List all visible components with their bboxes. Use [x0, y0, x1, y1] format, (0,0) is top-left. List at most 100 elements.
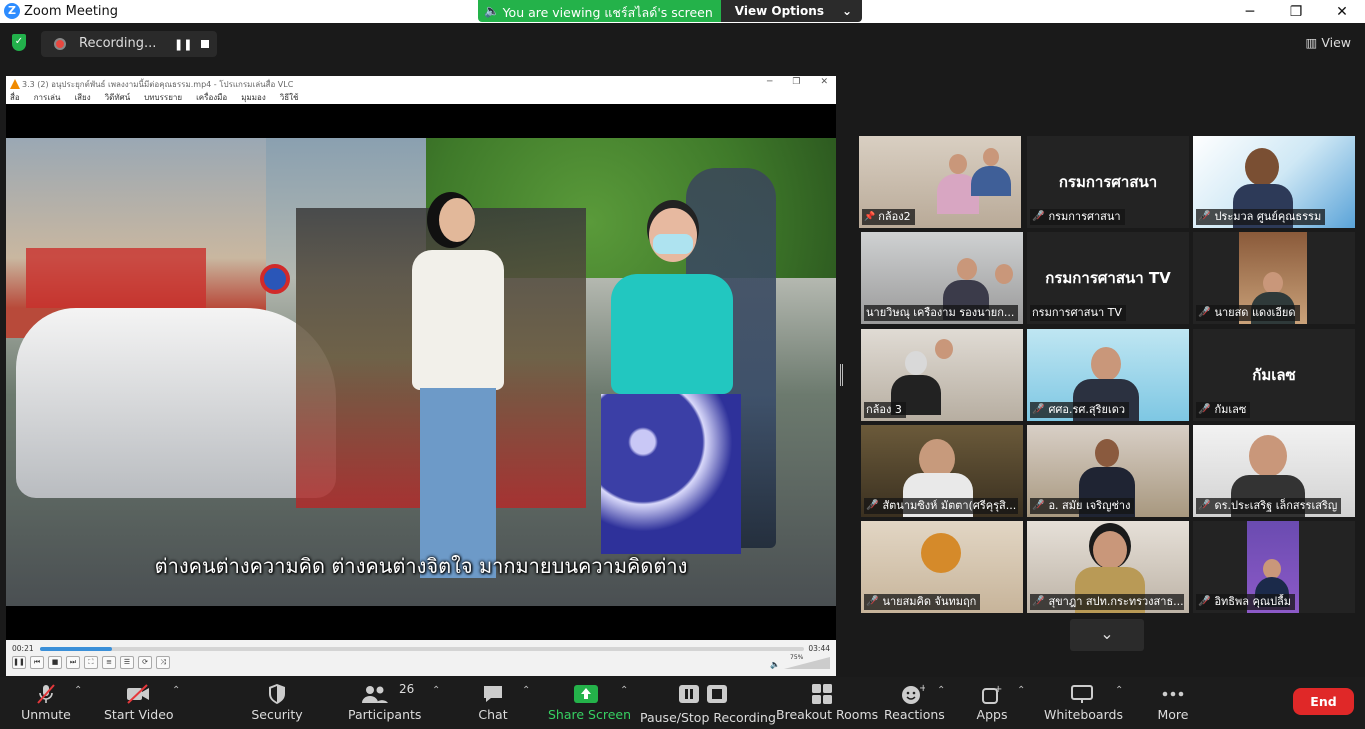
- vlc-close-icon[interactable]: ✕: [820, 77, 828, 87]
- reactions-label: Reactions: [884, 707, 945, 722]
- vlc-menu-view[interactable]: มุมมอง: [241, 92, 266, 104]
- vlc-menu-video[interactable]: วิดีทัศน์: [105, 92, 131, 104]
- video-tile[interactable]: 📌 กล้อง2: [859, 136, 1021, 228]
- unmute-button[interactable]: Unmute: [14, 677, 78, 729]
- audio-options-caret-icon[interactable]: ⌃: [74, 685, 82, 696]
- minimize-icon[interactable]: ─: [1227, 0, 1273, 23]
- whiteboard-icon: [1071, 685, 1093, 703]
- video-tile[interactable]: กล้อง 3: [861, 329, 1023, 421]
- vlc-controls: 00:21 03:44 ❚❚ ⏮ ■ ⏭ ⛶ ≡ ☰ ⟳ ⤨ 🔈 75%: [6, 640, 836, 676]
- video-tile[interactable]: 🎤̸ อ. สมัย เจริญช่าง: [1027, 425, 1189, 517]
- video-tile[interactable]: 🎤̸ ประมวล ศูนย์คุณธรรม: [1193, 136, 1355, 228]
- participant-name: 🎤̸ กรมการศาสนา: [1030, 209, 1125, 225]
- vlc-fullscreen-icon[interactable]: ⛶: [84, 656, 98, 669]
- video-tile[interactable]: กัมเลซ 🎤̸ กัมเลซ: [1193, 329, 1355, 421]
- reactions-caret-icon[interactable]: ⌃: [937, 685, 945, 696]
- window-title: Zoom Meeting: [24, 4, 119, 19]
- end-meeting-button[interactable]: End: [1293, 688, 1354, 715]
- video-options-caret-icon[interactable]: ⌃: [172, 685, 180, 696]
- record-dot-icon: [54, 38, 66, 50]
- vlc-menu-subtitle[interactable]: บทบรรยาย: [144, 92, 182, 104]
- vlc-menu-bar: สื่อ การเล่น เสียง วิดีทัศน์ บทบรรยาย เค…: [6, 92, 836, 104]
- vlc-restore-icon[interactable]: ❐: [792, 77, 800, 87]
- video-tile[interactable]: 🎤̸ ดร.ประเสริฐ เล็กสรรเสริญ: [1193, 425, 1355, 517]
- shield-icon: [269, 684, 285, 704]
- video-subtitle: ต่างคนต่างความคิด ต่างคนต่างจิตใจ มากมาย…: [154, 554, 688, 578]
- vlc-seek-bar[interactable]: [40, 647, 804, 651]
- breakout-rooms-button[interactable]: Breakout Rooms: [776, 677, 878, 729]
- pause-stop-recording-icon: [679, 685, 727, 703]
- vlc-menu-audio[interactable]: เสียง: [74, 92, 90, 104]
- participants-button[interactable]: 26 Participants: [348, 677, 421, 729]
- vlc-menu-tools[interactable]: เครื่องมือ: [196, 92, 227, 104]
- vlc-minimize-icon[interactable]: ─: [767, 77, 772, 87]
- vlc-next-icon[interactable]: ⏭: [66, 656, 80, 669]
- video-tile[interactable]: กรมการศาสนา TV กรมการศาสนา TV: [1027, 232, 1189, 324]
- vlc-prev-icon[interactable]: ⏮: [30, 656, 44, 669]
- security-label: Security: [251, 707, 303, 722]
- chevron-down-icon: ⌄: [1100, 624, 1114, 643]
- participant-name: 🎤̸ อิทธิพล คุณปลื้ม: [1196, 594, 1296, 610]
- encryption-shield-icon[interactable]: ✓: [12, 34, 26, 51]
- speaker-icon: 🔈: [484, 3, 500, 18]
- vlc-stop-icon[interactable]: ■: [48, 656, 62, 669]
- start-video-button[interactable]: Start Video: [104, 677, 174, 729]
- vlc-shuffle-icon[interactable]: ⤨: [156, 656, 170, 669]
- close-icon[interactable]: ✕: [1319, 0, 1365, 23]
- muted-mic-icon: 🎤̸: [1032, 404, 1045, 415]
- vlc-title-bar: 3.3 (2) อนุประยุกต์พันธ์ เพลงงามนี้มีต่อ…: [6, 76, 836, 92]
- vlc-seek-fill: [40, 647, 112, 651]
- participant-name: 🎤̸ สัตนามซิงห์ มัตตา(ศรีคุรุสิ...: [864, 498, 1018, 514]
- apps-caret-icon[interactable]: ⌃: [1017, 685, 1025, 696]
- security-button[interactable]: Security: [247, 677, 307, 729]
- restore-icon[interactable]: ❐: [1273, 0, 1319, 23]
- video-tile[interactable]: กรมการศาสนา 🎤̸ กรมการศาสนา: [1027, 136, 1189, 228]
- more-button[interactable]: More: [1152, 677, 1194, 729]
- view-options-button[interactable]: View Options ⌄: [720, 0, 863, 22]
- window-controls: ─ ❐ ✕: [1227, 0, 1365, 23]
- muted-mic-icon: 🎤̸: [1032, 500, 1045, 511]
- stop-recording-icon[interactable]: [201, 40, 209, 48]
- reactions-button[interactable]: + Reactions: [884, 677, 945, 729]
- whiteboards-button[interactable]: Whiteboards: [1044, 677, 1123, 729]
- vlc-extended-settings-icon[interactable]: ≡: [102, 656, 116, 669]
- panel-resize-handle[interactable]: [840, 364, 843, 386]
- video-tile[interactable]: 🎤̸ อิทธิพล คุณปลื้ม: [1193, 521, 1355, 613]
- participant-display-name: กัมเลซ: [1252, 366, 1296, 384]
- pause-recording-icon[interactable]: ❚❚: [174, 38, 192, 51]
- video-tile[interactable]: 🎤̸ นายสด แดงเอียด: [1193, 232, 1355, 324]
- meeting-toolbar: Unmute ⌃ Start Video ⌃ Security 26 Parti…: [0, 677, 1365, 729]
- vlc-pause-icon[interactable]: ❚❚: [12, 656, 26, 669]
- participants-caret-icon[interactable]: ⌃: [432, 685, 440, 696]
- view-button[interactable]: ▥ View: [1306, 35, 1351, 50]
- vlc-volume-value: 75%: [790, 654, 804, 661]
- chevron-down-icon: ⌄: [841, 4, 853, 18]
- video-tile[interactable]: 🎤̸ ศศอ.รศ.สุริยเดว: [1027, 329, 1189, 421]
- gallery-next-page-button[interactable]: ⌄: [1070, 619, 1144, 651]
- pause-stop-recording-button[interactable]: Pause/Stop Recording: [640, 677, 776, 729]
- recording-label: Recording...: [79, 36, 157, 51]
- vlc-volume-slider[interactable]: 75%: [784, 654, 830, 669]
- video-tile[interactable]: 🎤̸ นายสมคิด จันทมฤก: [861, 521, 1023, 613]
- video-off-icon: [127, 684, 149, 704]
- apps-button[interactable]: + Apps: [970, 677, 1014, 729]
- vlc-loop-icon[interactable]: ⟳: [138, 656, 152, 669]
- video-tile[interactable]: นายวิษณุ เครืองาม รองนายก...: [861, 232, 1023, 324]
- participant-name: 🎤̸ กัมเลซ: [1196, 402, 1251, 418]
- share-screen-caret-icon[interactable]: ⌃: [620, 685, 628, 696]
- vlc-speaker-icon[interactable]: 🔈: [770, 660, 780, 669]
- apps-label: Apps: [976, 707, 1008, 722]
- vlc-menu-playback[interactable]: การเล่น: [34, 92, 61, 104]
- chat-button[interactable]: Chat: [470, 677, 516, 729]
- whiteboards-caret-icon[interactable]: ⌃: [1115, 685, 1123, 696]
- share-screen-button[interactable]: Share Screen: [548, 677, 631, 729]
- muted-mic-icon: 🎤̸: [1198, 596, 1211, 607]
- chat-caret-icon[interactable]: ⌃: [522, 685, 530, 696]
- vlc-menu-media[interactable]: สื่อ: [10, 92, 20, 104]
- participant-name: 🎤̸ อ. สมัย เจริญช่าง: [1030, 498, 1135, 514]
- vlc-menu-help[interactable]: วิธีใช้: [280, 92, 299, 104]
- video-tile[interactable]: 🎤̸ สุขาฎา สปท.กระทรวงสาธ...: [1027, 521, 1189, 613]
- video-tile[interactable]: 🎤̸ สัตนามซิงห์ มัตตา(ศรีคุรุสิ...: [861, 425, 1023, 517]
- participant-name: 🎤̸ ศศอ.รศ.สุริยเดว: [1030, 402, 1130, 418]
- vlc-playlist-icon[interactable]: ☰: [120, 656, 134, 669]
